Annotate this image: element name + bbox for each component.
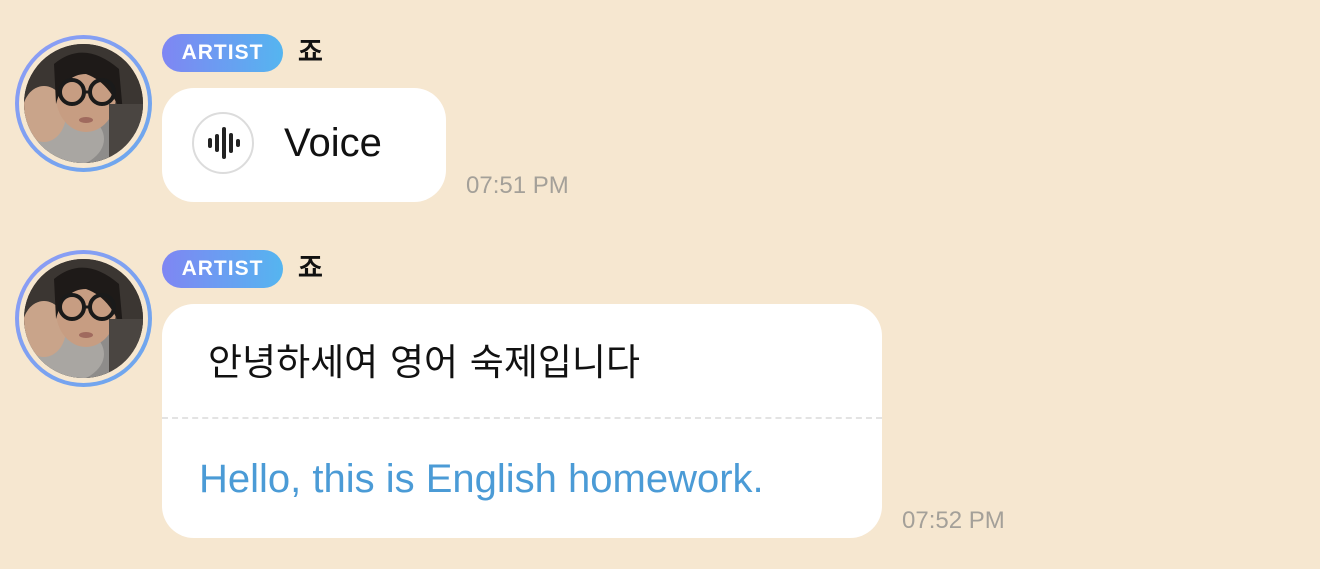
avatar[interactable]: [15, 250, 152, 387]
voice-waveform-icon[interactable]: [192, 112, 254, 174]
avatar-image: [24, 259, 143, 378]
voice-label: Voice: [284, 121, 382, 165]
chat-message-text: ARTIST 죠 안녕하세여 영어 숙제입니다 Hello, this is E…: [0, 210, 1320, 569]
message-timestamp: 07:52 PM: [902, 507, 1005, 534]
message-timestamp: 07:51 PM: [466, 172, 569, 199]
voice-message-bubble[interactable]: Voice: [162, 88, 446, 202]
text-message-bubble[interactable]: 안녕하세여 영어 숙제입니다 Hello, this is English ho…: [162, 304, 882, 538]
avatar[interactable]: [15, 35, 152, 172]
artist-badge: ARTIST: [162, 34, 283, 72]
avatar-border: [19, 39, 148, 168]
message-translation: Hello, this is English homework.: [199, 457, 764, 501]
chat-message-voice: ARTIST 죠 Voice 07:51 PM: [0, 0, 1320, 210]
message-text: 안녕하세여 영어 숙제입니다: [208, 341, 641, 384]
sender-name: 죠: [298, 37, 323, 68]
avatar-border: [19, 254, 148, 383]
translation-divider: [162, 417, 882, 419]
artist-badge: ARTIST: [162, 250, 283, 288]
avatar-photo: [24, 259, 143, 378]
sender-name: 죠: [298, 253, 323, 284]
avatar-photo: [24, 44, 143, 163]
avatar-image: [24, 44, 143, 163]
